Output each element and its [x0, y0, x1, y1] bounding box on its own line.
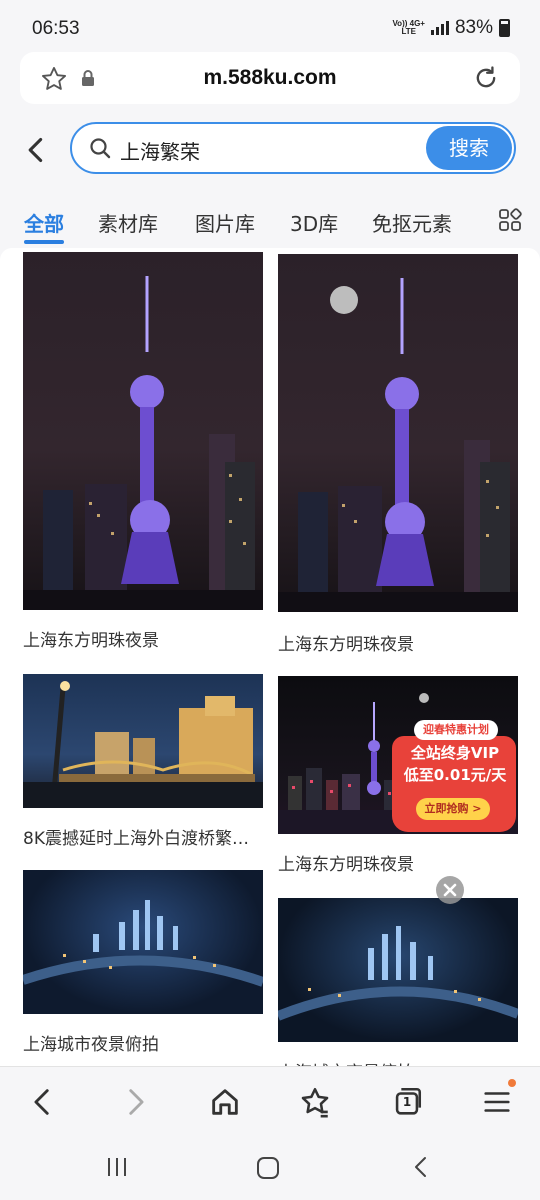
tab-3d[interactable]: 3D库	[290, 208, 338, 237]
promo-close-button[interactable]	[436, 876, 464, 904]
url-text[interactable]: m.588ku.com	[20, 66, 520, 90]
network-indicator: Vo)) 4G+ LTE	[392, 19, 425, 36]
result-caption[interactable]: 上海东方明珠夜景	[278, 630, 518, 655]
search-row: 上海繁荣 搜索	[0, 108, 540, 192]
search-button[interactable]: 搜索	[426, 126, 512, 170]
promo-subtitle: 低至0.01元/天	[403, 766, 507, 784]
pearl-tower-moon-illustration	[278, 278, 518, 612]
result-card[interactable]: 上海城市夜景俯拍	[23, 870, 263, 1055]
promo-buy-button[interactable]: 立即抢购 >	[416, 798, 490, 820]
result-image[interactable]	[23, 870, 263, 1014]
menu-button[interactable]	[480, 1079, 516, 1119]
promo-top-label: 迎春特惠计划	[414, 720, 498, 740]
battery-icon	[499, 19, 510, 37]
address-bar[interactable]: m.588ku.com	[20, 52, 520, 104]
tab-count: 1	[402, 1095, 412, 1109]
pearl-tower-illustration	[23, 276, 263, 610]
notification-dot	[508, 1079, 516, 1087]
aerial-city-illustration	[278, 926, 518, 1021]
result-image[interactable]	[278, 898, 518, 1042]
browser-toolbar: 1	[0, 1066, 540, 1136]
result-caption[interactable]: 8K震撼延时上海外白渡桥繁…	[23, 824, 263, 849]
tab-active-indicator	[24, 240, 64, 244]
tab-materials[interactable]: 素材库	[98, 208, 158, 237]
promo-banner[interactable]: 迎春特惠计划 全站终身VIP 低至0.01元/天 立即抢购 >	[392, 718, 518, 832]
tab-images[interactable]: 图片库	[195, 208, 255, 237]
status-icons: Vo)) 4G+ LTE 83%	[392, 17, 510, 39]
result-card[interactable]: 上海东方明珠夜景	[278, 254, 518, 664]
battery-percent: 83%	[454, 17, 493, 38]
tab-all[interactable]: 全部	[24, 208, 64, 237]
signal-icon	[430, 21, 449, 35]
home-icon[interactable]	[208, 1085, 242, 1119]
back-icon[interactable]	[26, 1085, 60, 1119]
reload-icon[interactable]	[472, 64, 500, 92]
home-button-icon[interactable]	[255, 1155, 281, 1181]
result-image[interactable]	[23, 252, 263, 610]
recent-apps-icon[interactable]	[104, 1154, 130, 1180]
result-card[interactable]: 8K震撼延时上海外白渡桥繁…	[23, 674, 263, 849]
close-icon	[443, 883, 457, 897]
result-caption[interactable]: 上海城市夜景俯拍	[23, 1030, 263, 1055]
search-box: 上海繁荣 搜索	[70, 122, 516, 174]
tabs-button[interactable]: 1	[390, 1085, 424, 1119]
status-time: 06:53	[32, 18, 80, 39]
tab-cutout[interactable]: 免抠元素	[372, 208, 452, 237]
result-image[interactable]	[278, 254, 518, 612]
aerial-city-illustration	[23, 900, 263, 987]
search-input[interactable]: 上海繁荣	[120, 136, 200, 165]
system-navigation	[0, 1136, 540, 1200]
result-card[interactable]: 迎春特惠计划 全站终身VIP 低至0.01元/天 立即抢购 > 上海东方明珠夜景	[278, 676, 518, 875]
search-icon	[90, 138, 111, 159]
result-image[interactable]: 迎春特惠计划 全站终身VIP 低至0.01元/天 立即抢购 >	[278, 676, 518, 834]
grid-menu-icon[interactable]	[498, 208, 522, 232]
category-tabs: 全部 素材库 图片库 3D库 免抠元素	[0, 192, 540, 248]
menu-icon	[484, 1092, 510, 1112]
result-image[interactable]	[23, 674, 263, 808]
system-back-icon[interactable]	[408, 1154, 434, 1180]
forward-icon[interactable]	[118, 1085, 152, 1119]
garden-bridge-illustration	[23, 681, 263, 808]
promo-title: 全站终身VIP	[410, 744, 500, 762]
result-card[interactable]: 上海东方明珠夜景	[23, 252, 263, 664]
result-caption[interactable]: 上海城市夜景俯拍	[278, 1058, 518, 1066]
result-card[interactable]: 上海城市夜景俯拍	[278, 898, 518, 1066]
result-caption[interactable]: 上海东方明珠夜景	[278, 850, 518, 875]
bookmarks-icon[interactable]	[298, 1085, 332, 1119]
result-caption[interactable]: 上海东方明珠夜景	[23, 626, 263, 651]
results-grid: 上海东方明珠夜景 上海东方明珠夜景 8K震撼延时上海外白渡桥繁… 迎春特惠计划 …	[0, 248, 540, 1066]
status-bar: 06:53 Vo)) 4G+ LTE 83%	[0, 0, 540, 48]
back-arrow-icon[interactable]	[22, 136, 50, 164]
